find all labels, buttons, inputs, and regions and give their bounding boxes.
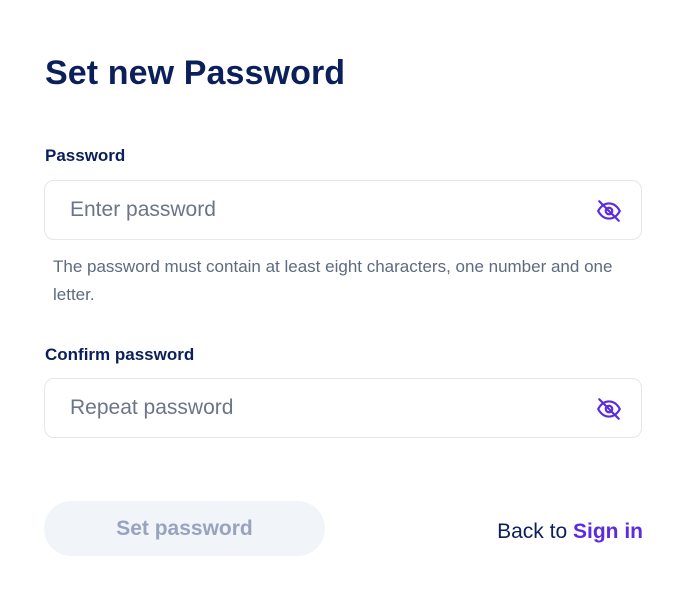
- confirm-password-visibility-toggle[interactable]: [595, 395, 623, 423]
- sign-in-link[interactable]: Sign in: [573, 520, 643, 543]
- page-title: Set new Password: [45, 54, 346, 92]
- eye-off-icon: [597, 398, 621, 420]
- confirm-password-field: [44, 378, 642, 438]
- confirm-password-input[interactable]: [45, 379, 585, 437]
- password-visibility-toggle[interactable]: [595, 197, 623, 225]
- password-label: Password: [45, 146, 126, 165]
- password-hint: The password must contain at least eight…: [53, 257, 613, 304]
- back-to-sign-in: Back to Sign in: [497, 520, 643, 544]
- password-input[interactable]: [45, 181, 585, 239]
- eye-off-icon: [597, 200, 621, 222]
- back-prefix-text: Back to: [497, 520, 568, 543]
- set-password-button[interactable]: Set password: [44, 501, 325, 556]
- password-field: [44, 180, 642, 240]
- confirm-password-label: Confirm password: [45, 345, 195, 364]
